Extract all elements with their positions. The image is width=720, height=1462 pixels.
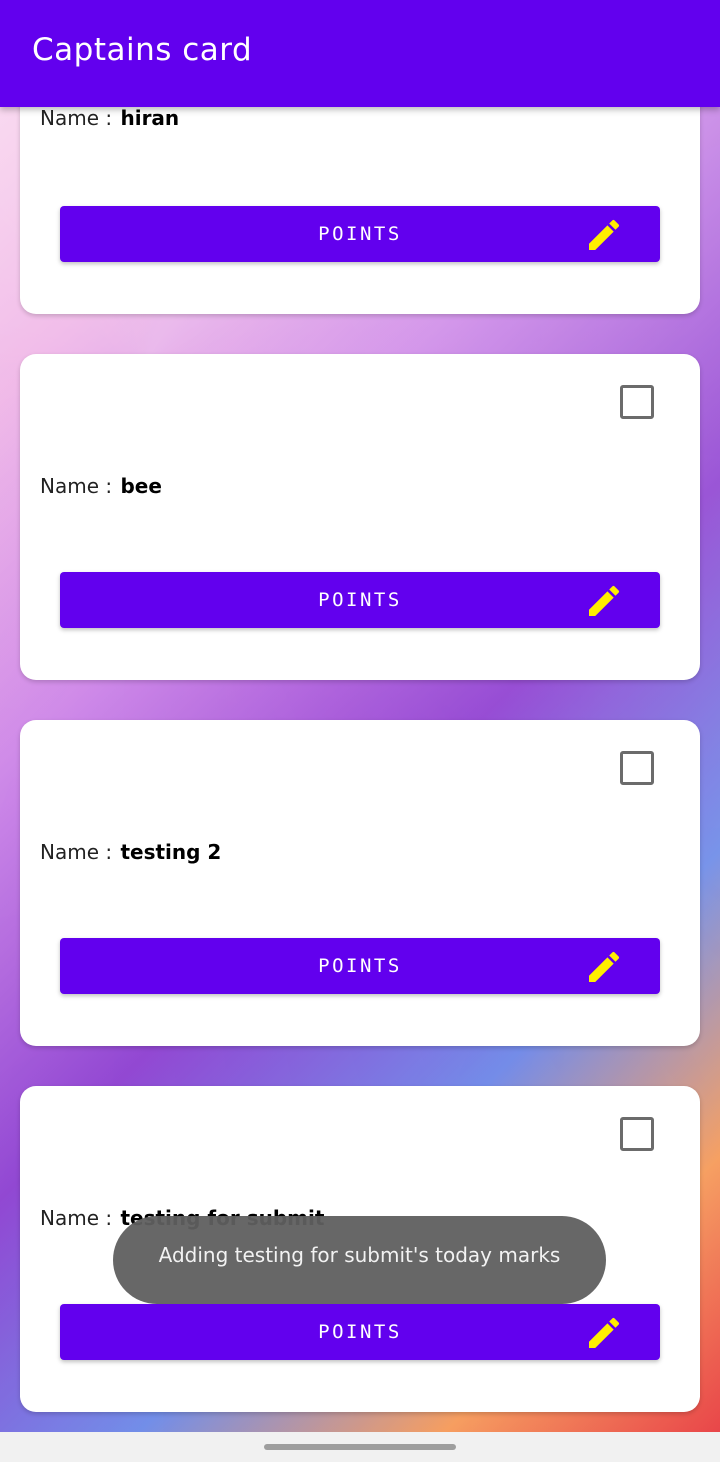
pencil-icon[interactable] bbox=[584, 1313, 624, 1353]
name-row: Name : bee bbox=[40, 474, 162, 498]
pencil-icon[interactable] bbox=[584, 215, 624, 255]
name-label: Name : bbox=[40, 474, 113, 498]
name-value: hiran bbox=[120, 106, 180, 130]
captain-card: Name : testing 2 POINTS bbox=[20, 720, 700, 1046]
name-label: Name : bbox=[40, 840, 113, 864]
checkbox-unchecked-icon[interactable] bbox=[620, 385, 654, 419]
points-button-label: POINTS bbox=[318, 589, 402, 611]
name-value: testing 2 bbox=[120, 840, 222, 864]
points-button[interactable]: POINTS bbox=[60, 206, 660, 262]
name-row: Name : testing 2 bbox=[40, 840, 221, 864]
points-button[interactable]: POINTS bbox=[60, 1304, 660, 1360]
points-button[interactable]: POINTS bbox=[60, 938, 660, 994]
toast-text: Adding testing for submit's today marks bbox=[158, 1243, 561, 1267]
points-button-label: POINTS bbox=[318, 1321, 402, 1343]
checkbox-unchecked-icon[interactable] bbox=[620, 751, 654, 785]
toast-message: Adding testing for submit's today marks bbox=[113, 1216, 606, 1304]
home-gesture-handle[interactable] bbox=[264, 1444, 456, 1450]
points-button-label: POINTS bbox=[318, 955, 402, 977]
points-button-label: POINTS bbox=[318, 223, 402, 245]
checkbox-unchecked-icon[interactable] bbox=[620, 1117, 654, 1151]
pencil-icon[interactable] bbox=[584, 581, 624, 621]
app-bar: Captains card bbox=[0, 0, 720, 107]
name-row: Name : hiran bbox=[40, 106, 179, 130]
captain-card: Name : bee POINTS bbox=[20, 354, 700, 680]
points-button[interactable]: POINTS bbox=[60, 572, 660, 628]
name-label: Name : bbox=[40, 106, 113, 130]
name-label: Name : bbox=[40, 1206, 113, 1230]
system-nav-bar bbox=[0, 1432, 720, 1462]
app-title: Captains card bbox=[32, 32, 253, 68]
name-value: bee bbox=[120, 474, 162, 498]
pencil-icon[interactable] bbox=[584, 947, 624, 987]
